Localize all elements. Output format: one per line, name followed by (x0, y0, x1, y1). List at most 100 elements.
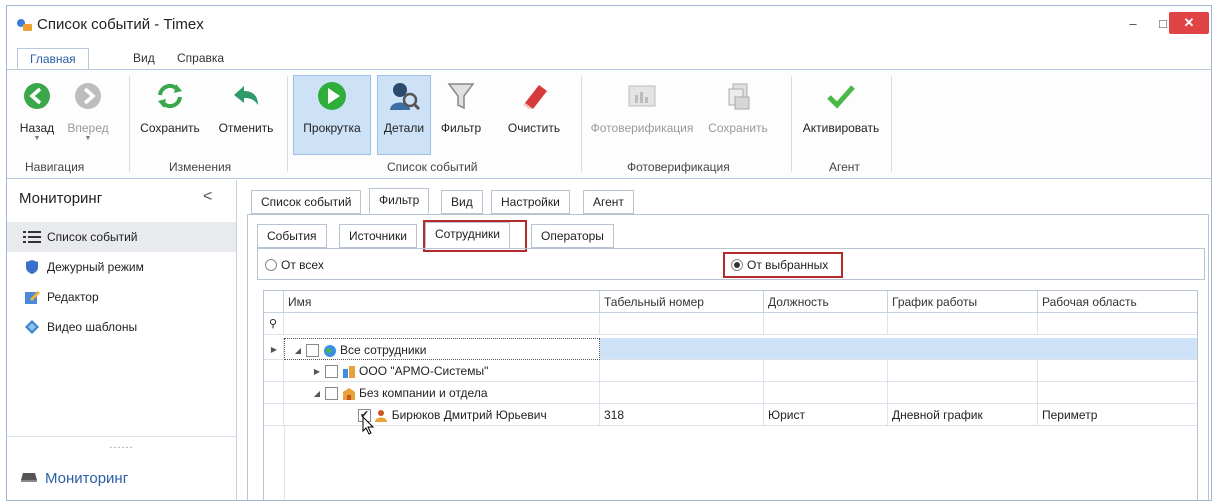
scroll-button[interactable]: Прокрутка (293, 75, 371, 155)
clear-label: Очистить (507, 121, 561, 135)
grid-filter-row: ⚲ (264, 313, 1197, 335)
nav-item-event-list[interactable]: Список событий (7, 222, 236, 252)
table-cell-name[interactable]: ✔ Бирюков Дмитрий Юрьевич (284, 404, 600, 426)
table-cell-schedule: Дневной график (888, 404, 1038, 426)
table-cell-position: Юрист (764, 404, 888, 426)
ribbon-tabs: Главная Вид Справка (7, 48, 1211, 70)
app-logo-icon (15, 18, 33, 32)
tab-settings[interactable]: Настройки (491, 190, 570, 214)
employee-icon (375, 409, 388, 422)
column-header-area[interactable]: Рабочая область (1038, 291, 1197, 313)
table-row[interactable]: ✔ Бирюков Дмитрий Юрьевич 318 Юрист Днев… (264, 404, 1197, 426)
radio-dot (265, 259, 277, 271)
tab-filter[interactable]: Фильтр (369, 188, 430, 214)
photo-label: Фотоверификация (590, 121, 694, 135)
table-cell-schedule (888, 360, 1038, 382)
forward-label: Вперед (67, 121, 109, 135)
activate-label: Активировать (802, 121, 880, 135)
row-name-label: Все сотрудники (340, 343, 427, 357)
tab-agent[interactable]: Агент (583, 190, 634, 214)
subtab-events[interactable]: События (257, 224, 327, 248)
save-button[interactable]: Сохранить (137, 76, 203, 135)
filter-cell-position[interactable] (764, 313, 888, 335)
main-tabs: Список событий Фильтр Вид Настройки Аген… (243, 188, 1203, 214)
clear-button[interactable]: Очистить (503, 76, 565, 135)
subtab-sources[interactable]: Источники (339, 224, 417, 248)
expand-chevron-icon[interactable]: ◢ (293, 340, 303, 362)
globe-icon (323, 344, 336, 357)
activate-button[interactable]: Активировать (797, 76, 885, 135)
table-cell-name[interactable]: ◢ Все сотрудники (284, 338, 600, 360)
row-name-label: Бирюков Дмитрий Юрьевич (391, 408, 547, 422)
subtab-operators[interactable]: Операторы (531, 224, 614, 248)
radio-from-all[interactable]: От всех (265, 258, 324, 272)
row-indicator (264, 360, 284, 382)
photo-icon (624, 78, 660, 114)
table-row[interactable]: ▶ ◢ Все сотрудники (264, 338, 1197, 360)
filter-cell-number[interactable] (600, 313, 764, 335)
app-window: Список событий - Timex – □ ✕ Главная Вид… (6, 5, 1212, 501)
cancel-button[interactable]: Отменить (215, 76, 277, 135)
details-button[interactable]: Детали (377, 75, 431, 155)
undo-icon (228, 78, 264, 114)
table-cell-position (764, 382, 888, 404)
cancel-label: Отменить (218, 121, 274, 135)
tab-view[interactable]: Вид (441, 190, 483, 214)
photo-verification-button[interactable]: Фотоверификация (587, 76, 697, 135)
row-indicator (264, 404, 284, 426)
expand-chevron-icon[interactable]: ▶ (312, 361, 322, 383)
checkbox[interactable] (325, 365, 339, 379)
employee-grid: Имя Табельный номер Должность График раб… (263, 290, 1198, 500)
refresh-save-icon (152, 78, 188, 114)
ribbon-tab-view[interactable]: Вид (121, 48, 167, 70)
nav-item-duty-mode[interactable]: Дежурный режим (7, 252, 236, 282)
column-header-name[interactable]: Имя (284, 291, 600, 313)
nav-bottom-monitoring[interactable]: Мониторинг (21, 470, 128, 487)
filter-cell-schedule[interactable] (888, 313, 1038, 335)
table-cell-name[interactable]: ▶ ООО "АРМО-Системы" (284, 360, 600, 382)
ribbon-tab-home[interactable]: Главная (17, 48, 89, 70)
table-row[interactable]: ◢ Без компании и отдела (264, 382, 1197, 404)
expand-chevron-icon[interactable]: ◢ (312, 383, 322, 405)
back-button[interactable]: Назад ▼ (15, 76, 59, 143)
filter-label: Фильтр (440, 121, 482, 135)
nav-item-label: Список событий (47, 230, 138, 244)
column-header-number[interactable]: Табельный номер (600, 291, 764, 313)
table-cell-number (600, 382, 764, 404)
nav-item-label: Видео шаблоны (47, 320, 138, 334)
checkmark-icon (823, 78, 859, 114)
department-icon (342, 387, 355, 400)
group-label-events: Список событий (387, 160, 478, 174)
eraser-icon (516, 78, 552, 114)
row-indicator-header (264, 291, 284, 313)
column-header-schedule[interactable]: График работы (888, 291, 1038, 313)
photo-save-button[interactable]: Сохранить (705, 76, 771, 135)
ribbon: Назад ▼ Вперед ▼ Навигация Сохранить Отм… (7, 69, 1211, 179)
play-icon (314, 78, 350, 114)
forward-button[interactable]: Вперед ▼ (63, 76, 113, 143)
column-header-position[interactable]: Должность (764, 291, 888, 313)
checkbox[interactable] (325, 387, 339, 401)
scroll-label: Прокрутка (303, 121, 361, 135)
group-separator (891, 76, 892, 172)
close-button[interactable]: ✕ (1169, 12, 1209, 34)
panel-resize-grip[interactable]: ...... (7, 436, 236, 451)
table-cell-name[interactable]: ◢ Без компании и отдела (284, 382, 600, 404)
filter-cell-name[interactable] (284, 313, 600, 335)
group-label-navigation: Навигация (25, 160, 85, 174)
nav-item-video-templates[interactable]: Видео шаблоны (7, 312, 236, 342)
mouse-cursor-icon (362, 416, 375, 435)
checkbox[interactable] (306, 344, 320, 358)
nav-item-label: Дежурный режим (47, 260, 144, 274)
row-name-label: ООО "АРМО-Системы" (359, 364, 489, 378)
table-row[interactable]: ▶ ООО "АРМО-Системы" (264, 360, 1197, 382)
filter-subtabs: События Источники Сотрудники Операторы (243, 222, 1183, 248)
table-cell-schedule (888, 382, 1038, 404)
filter-button[interactable]: Фильтр (435, 76, 487, 135)
collapse-panel-button[interactable]: < (203, 188, 212, 206)
filter-cell-area[interactable] (1038, 313, 1197, 335)
edit-icon (23, 289, 41, 305)
tab-event-list[interactable]: Список событий (251, 190, 362, 214)
nav-item-editor[interactable]: Редактор (7, 282, 236, 312)
ribbon-tab-help[interactable]: Справка (165, 48, 236, 70)
